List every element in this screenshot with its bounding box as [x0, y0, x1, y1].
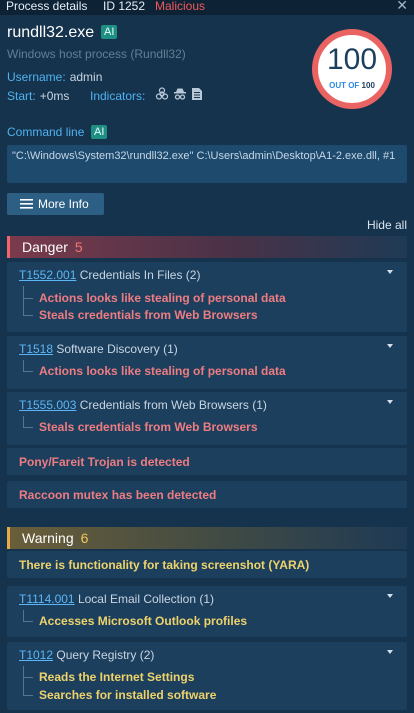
start-label: Start: — [7, 89, 36, 103]
out-of-label: OUT OF — [329, 81, 360, 90]
indicator-item: Steals credentials from Web Browsers — [23, 308, 258, 322]
top-bar: Process details ID 1252 Malicious ✕ — [0, 0, 414, 15]
technique-name: Query Registry (2) — [56, 648, 155, 662]
biohazard-icon[interactable] — [155, 87, 169, 101]
process-description: Windows host process (Rundll32) — [7, 47, 186, 61]
list-icon — [20, 199, 33, 209]
verdict-label: Malicious — [155, 0, 206, 13]
username-row: Username: admin — [7, 70, 102, 84]
chevron-down-icon[interactable] — [387, 594, 393, 598]
process-id: ID 1252 — [103, 0, 146, 13]
username-label: Username: — [7, 70, 66, 84]
more-info-button[interactable]: More Info — [7, 193, 104, 215]
indicator-item: Pony/Fareit Trojan is detected — [19, 455, 190, 469]
username-value: admin — [69, 70, 103, 84]
indicator-item: Steals credentials from Web Browsers — [23, 420, 258, 434]
command-line-text[interactable]: "C:\Windows\System32\rundll32.exe" C:\Us… — [7, 145, 407, 183]
technique-link[interactable]: T1552.001 — [19, 268, 76, 282]
technique-link[interactable]: T1012 — [19, 648, 53, 662]
mitre-group: T1552.001 Credentials In Files (2) Actio… — [7, 262, 407, 332]
group-title: T1114.001 Local Email Collection (1) — [19, 592, 214, 606]
indicator-row: There is functionality for taking screen… — [7, 551, 407, 578]
tree-line — [23, 286, 24, 315]
indicator-item: Searches for installed software — [22, 688, 217, 702]
panel-title: Process details — [6, 0, 88, 13]
warning-count: 6 — [80, 530, 89, 546]
more-info-label: More Info — [38, 197, 89, 211]
close-icon[interactable]: ✕ — [396, 0, 408, 12]
danger-count: 5 — [74, 239, 83, 255]
technique-link[interactable]: T1518 — [19, 342, 53, 356]
indicator-item: Reads the Internet Settings — [22, 670, 195, 684]
start-row: Start: +0ms — [7, 89, 69, 103]
tree-line — [23, 610, 24, 621]
indicator-row: Raccoon mutex has been detected — [7, 481, 407, 508]
technique-name: Software Discovery (1) — [56, 342, 178, 356]
process-name: rundll32.exe — [7, 24, 95, 41]
indicator-item: Actions looks like stealing of personal … — [23, 291, 286, 305]
document-icon[interactable] — [191, 87, 203, 101]
indicators-row: Indicators: — [90, 89, 145, 103]
chevron-down-icon[interactable] — [387, 400, 393, 404]
indicator-item: Actions looks like stealing of personal … — [23, 364, 286, 378]
indicator-item: Raccoon mutex has been detected — [19, 488, 217, 502]
technique-link[interactable]: T1114.001 — [19, 592, 75, 606]
technique-link[interactable]: T1555.003 — [19, 398, 76, 412]
threat-score-ring: 100 OUT OF 100 — [312, 29, 392, 109]
command-line-label: Command line — [7, 125, 85, 139]
ai-badge[interactable]: AI — [101, 25, 118, 39]
group-title: T1518 Software Discovery (1) — [19, 342, 178, 356]
mitre-group: T1012 Query Registry (2) Reads the Inter… — [7, 642, 407, 710]
chevron-down-icon[interactable] — [387, 270, 393, 274]
technique-name: Local Email Collection (1) — [77, 592, 215, 606]
technique-name: Credentials from Web Browsers (1) — [79, 398, 267, 412]
group-title: T1552.001 Credentials In Files (2) — [19, 268, 200, 282]
mitre-group: T1114.001 Local Email Collection (1) Acc… — [7, 586, 407, 637]
group-title: T1555.003 Credentials from Web Browsers … — [19, 398, 267, 412]
warning-section-header[interactable]: Warning 6 — [7, 527, 407, 549]
indicator-item: Accesses Microsoft Outlook profiles — [22, 614, 248, 628]
hide-all-link[interactable]: Hide all — [367, 218, 407, 232]
danger-title: Danger — [22, 239, 68, 255]
indicator-item: There is functionality for taking screen… — [19, 558, 310, 572]
indicator-row: Pony/Fareit Trojan is detected — [7, 448, 407, 475]
technique-name: Credentials In Files (2) — [79, 268, 201, 282]
threat-score-value: 100 — [326, 43, 378, 76]
threat-score-max: OUT OF 100 — [318, 81, 386, 90]
score-max-value: 100 — [361, 81, 375, 90]
mitre-group: T1518 Software Discovery (1) Actions loo… — [7, 336, 407, 389]
indicators-label: Indicators: — [90, 89, 146, 103]
mitre-group: T1555.003 Credentials from Web Browsers … — [7, 392, 407, 445]
tree-line — [23, 666, 24, 695]
spy-icon[interactable] — [173, 87, 187, 101]
ai-badge[interactable]: AI — [91, 125, 108, 139]
chevron-down-icon[interactable] — [387, 344, 393, 348]
danger-section-header[interactable]: Danger 5 — [7, 236, 407, 258]
indicator-icons — [155, 87, 203, 101]
chevron-down-icon[interactable] — [387, 650, 393, 654]
warning-title: Warning — [22, 530, 74, 546]
group-title: T1012 Query Registry (2) — [19, 648, 154, 662]
start-value: +0ms — [39, 89, 70, 103]
